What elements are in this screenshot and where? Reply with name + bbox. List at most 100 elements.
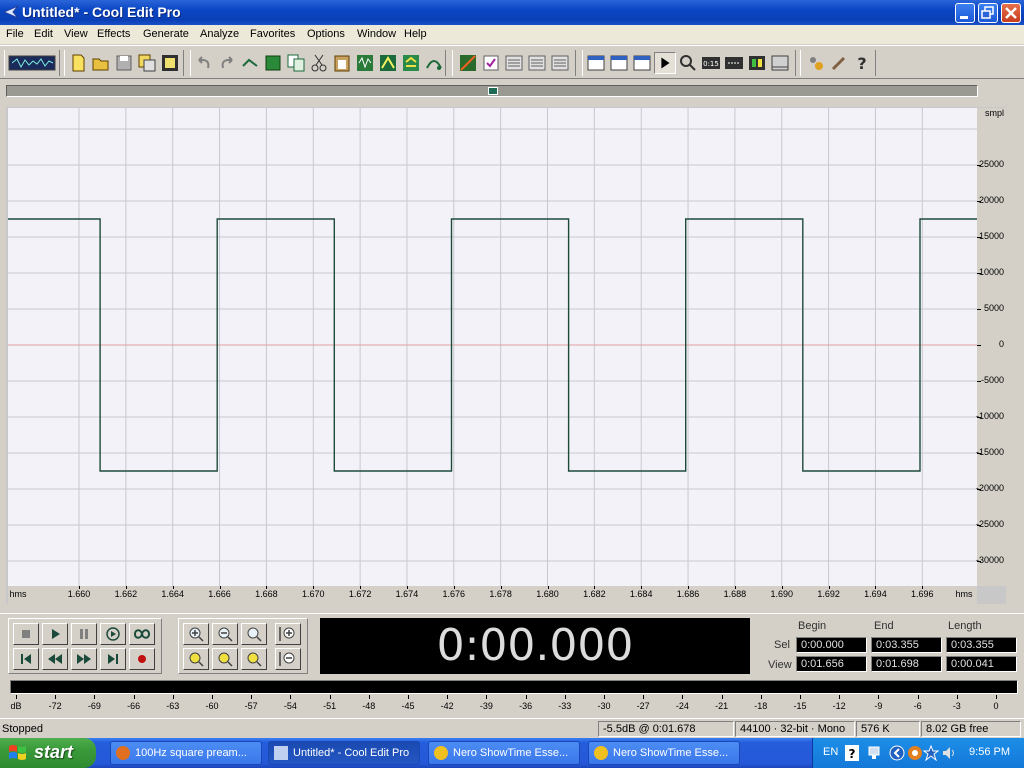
- overview-bar[interactable]: [6, 85, 978, 97]
- rewind-button[interactable]: [42, 648, 68, 670]
- waveform-display[interactable]: [8, 108, 977, 586]
- menu-window[interactable]: Window: [357, 28, 396, 40]
- record-button[interactable]: [129, 648, 155, 670]
- sel-begin-field[interactable]: 0:00.000: [796, 637, 867, 653]
- view-end-field[interactable]: 0:01.698: [871, 656, 942, 672]
- paste-icon[interactable]: [331, 52, 353, 74]
- insert-icon[interactable]: [377, 52, 399, 74]
- open-file-icon[interactable]: [90, 52, 112, 74]
- meter-tick-label: -24: [675, 701, 689, 711]
- zoom-in-vertical-button[interactable]: [275, 623, 301, 645]
- marker-icon[interactable]: [457, 52, 479, 74]
- time-ruler[interactable]: hms hms 1.660 1.662 1.664 1.666 1.668 1.670 1.…: [8, 586, 977, 604]
- task-nero-1[interactable]: Nero ShowTime Esse...: [428, 741, 580, 765]
- zoom-selection-button[interactable]: [241, 648, 267, 670]
- close-file-icon[interactable]: [159, 52, 181, 74]
- cue-list-icon[interactable]: [480, 52, 502, 74]
- time-tick: [79, 586, 80, 589]
- back-arrow-tray-icon[interactable]: [889, 745, 905, 761]
- settings-icon[interactable]: [526, 52, 548, 74]
- save-all-icon[interactable]: [136, 52, 158, 74]
- play-button[interactable]: [42, 623, 68, 645]
- meter-tick-label: -30: [597, 701, 611, 711]
- go-to-start-button[interactable]: [13, 648, 39, 670]
- go-to-end-button[interactable]: [100, 648, 126, 670]
- pause-icon: [80, 629, 88, 639]
- zoom-in-left-button[interactable]: [183, 648, 209, 670]
- task-nero-2[interactable]: Nero ShowTime Esse...: [588, 741, 740, 765]
- meter-icon[interactable]: 0:15: [700, 52, 722, 74]
- menu-favorites[interactable]: Favorites: [250, 28, 295, 40]
- menu-generate[interactable]: Generate: [143, 28, 189, 40]
- menu-view[interactable]: View: [64, 28, 88, 40]
- cd-icon[interactable]: [769, 52, 791, 74]
- batch-icon[interactable]: [805, 52, 827, 74]
- grid-icon[interactable]: [723, 52, 745, 74]
- menu-analyze[interactable]: Analyze: [200, 28, 239, 40]
- zoom-out-vertical-button[interactable]: [275, 648, 301, 670]
- zoom-in-horizontal-button[interactable]: [183, 623, 209, 645]
- language-indicator[interactable]: EN: [823, 746, 838, 758]
- scripts-icon[interactable]: [746, 52, 768, 74]
- task-firefox[interactable]: 100Hz square pream...: [110, 741, 262, 765]
- crop-icon[interactable]: [262, 52, 284, 74]
- view-length-field[interactable]: 0:00.041: [946, 656, 1017, 672]
- view-wave-icon[interactable]: [549, 52, 571, 74]
- amplitude-tick: [977, 525, 981, 526]
- view-begin-field[interactable]: 0:01.656: [796, 656, 867, 672]
- redo-icon[interactable]: [216, 52, 238, 74]
- sel-length-field[interactable]: 0:03.355: [946, 637, 1017, 653]
- envelope-icon[interactable]: [423, 52, 445, 74]
- undo-icon[interactable]: [193, 52, 215, 74]
- meter-tick-label: -45: [401, 701, 415, 711]
- close-button[interactable]: [1001, 3, 1021, 23]
- minimize-button[interactable]: [955, 3, 975, 23]
- zoom-tool-icon[interactable]: [608, 52, 630, 74]
- wrench-icon[interactable]: [828, 52, 850, 74]
- network-tray-icon[interactable]: [867, 745, 883, 761]
- media-tray-icon[interactable]: [907, 745, 923, 761]
- menu-file[interactable]: File: [6, 28, 24, 40]
- fast-forward-button[interactable]: [71, 648, 97, 670]
- play-to-end-button[interactable]: [100, 623, 126, 645]
- status-bar: Stopped -5.5dB @ 0:01.678 44100 · 32-bit…: [0, 718, 1024, 738]
- playlist-icon[interactable]: [503, 52, 525, 74]
- menu-help[interactable]: Help: [404, 28, 427, 40]
- zoom-out-horizontal-button[interactable]: [212, 623, 238, 645]
- menu-edit[interactable]: Edit: [34, 28, 53, 40]
- trim-icon[interactable]: [239, 52, 261, 74]
- zoom-out-vertical-icon: [279, 652, 295, 666]
- copy-icon[interactable]: [285, 52, 307, 74]
- play-cursor-icon[interactable]: [654, 52, 676, 74]
- sample-format-icon[interactable]: [677, 52, 699, 74]
- sel-row-label: Sel: [774, 639, 790, 651]
- save-file-icon[interactable]: [113, 52, 135, 74]
- pause-button[interactable]: [71, 623, 97, 645]
- title-bar[interactable]: Untitled* - Cool Edit Pro: [0, 0, 1024, 25]
- waveform-multitrack-toggle-icon[interactable]: [7, 52, 57, 74]
- new-file-icon[interactable]: [67, 52, 89, 74]
- mix-paste-icon[interactable]: [354, 52, 376, 74]
- help-icon[interactable]: ?: [851, 52, 873, 74]
- task-cool-edit[interactable]: Untitled* - Cool Edit Pro: [268, 741, 420, 765]
- cut-icon[interactable]: [308, 52, 330, 74]
- zoom-in-right-button[interactable]: [212, 648, 238, 670]
- nero-icon: [594, 746, 608, 760]
- star-tray-icon[interactable]: [923, 745, 939, 761]
- sel-end-field[interactable]: 0:03.355: [871, 637, 942, 653]
- speaker-tray-icon[interactable]: [941, 745, 957, 761]
- loop-icon[interactable]: [400, 52, 422, 74]
- overview-view-handle[interactable]: [488, 87, 498, 95]
- help-tray-icon[interactable]: ?: [845, 745, 859, 761]
- loop-play-button[interactable]: [129, 623, 155, 645]
- zoom-full-button[interactable]: [241, 623, 267, 645]
- view-spectral-icon[interactable]: [585, 52, 607, 74]
- meter-tick-label: -6: [913, 701, 922, 711]
- menu-options[interactable]: Options: [307, 28, 345, 40]
- restore-button[interactable]: [978, 3, 998, 23]
- stop-button[interactable]: [13, 623, 39, 645]
- menu-effects[interactable]: Effects: [97, 28, 130, 40]
- start-button[interactable]: start: [0, 738, 96, 768]
- time-format-icon[interactable]: [631, 52, 653, 74]
- meter-tick: [290, 695, 292, 699]
